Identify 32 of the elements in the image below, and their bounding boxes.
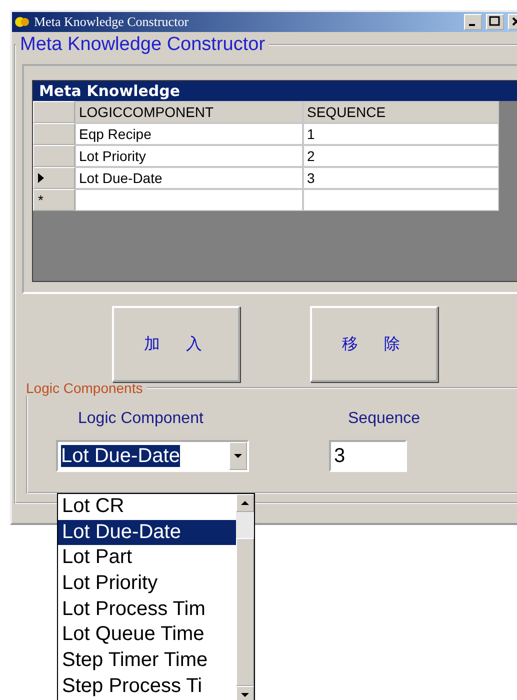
scroll-thumb[interactable] [236, 538, 254, 686]
minimize-button[interactable] [464, 14, 482, 30]
table-cell: Lot Due-Date [75, 167, 303, 189]
dropdown-item[interactable]: Lot Due-Date [58, 520, 236, 546]
add-button[interactable]: 加入 [112, 306, 240, 382]
grid-caption: Meta Knowledge [33, 81, 517, 101]
scroll-up-icon[interactable] [236, 494, 254, 512]
row-selector[interactable]: * [33, 189, 75, 211]
field-label: Logic Component [78, 410, 204, 428]
column-header[interactable]: LOGICCOMPONENT [75, 101, 303, 123]
table-cell: 3 [303, 167, 499, 189]
group-title: Meta Knowledge Constructor [19, 34, 266, 56]
combo-value: Lot Due-Date [61, 444, 180, 466]
window-title: Meta Knowledge Constructor [34, 14, 190, 30]
row-selector [33, 101, 75, 123]
column-header[interactable]: SEQUENCE [303, 101, 499, 123]
remove-button[interactable]: 移除 [310, 306, 438, 382]
new-row-marker: * [38, 192, 44, 208]
scrollbar[interactable] [236, 494, 254, 700]
group-title: Logic Components [25, 380, 144, 396]
scroll-down-icon[interactable] [236, 686, 254, 700]
current-row-icon [38, 173, 44, 183]
maximize-button[interactable] [486, 14, 504, 30]
logic-component-combo[interactable]: Lot Due-Date [56, 440, 249, 472]
app-icon [14, 15, 30, 29]
table-cell: 1 [303, 123, 499, 145]
field-label: Sequence [348, 410, 420, 428]
table-cell: Lot Priority [75, 145, 303, 167]
table-cell: 2 [303, 145, 499, 167]
table-cell: Eqp Recipe [75, 123, 303, 145]
row-selector[interactable] [33, 167, 75, 189]
sequence-field[interactable]: 3 [329, 440, 407, 472]
